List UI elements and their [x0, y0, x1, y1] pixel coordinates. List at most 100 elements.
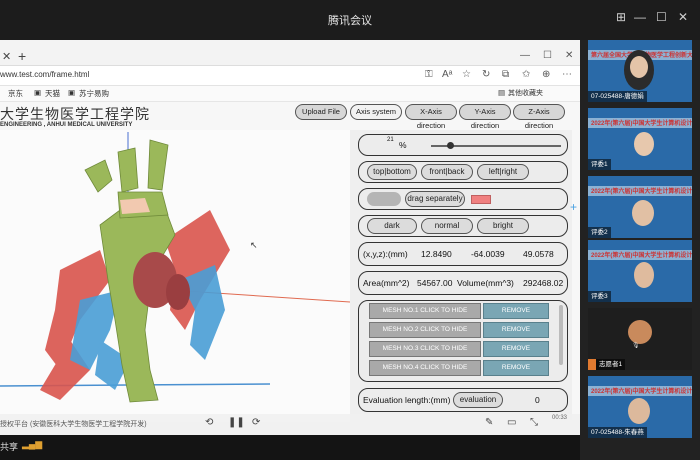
- expand-icon[interactable]: +: [570, 200, 577, 214]
- opacity-unit: %: [399, 140, 407, 150]
- area-label: Area(mm^2): [363, 278, 410, 288]
- left-right-button[interactable]: left|right: [477, 164, 529, 180]
- evaluation-group: Evaluation length:(mm) evaluation 0: [358, 388, 568, 412]
- axis-system-button[interactable]: Axis system: [350, 104, 402, 120]
- mesh-4-hide-button[interactable]: MESH NO.4 CLICK TO HIDE: [369, 360, 481, 376]
- participant-tile[interactable]: 2022年(第六届)中国大学生计算机设计大赛 评委2: [588, 176, 692, 238]
- mesh-1-hide-button[interactable]: MESH NO.1 CLICK TO HIDE: [369, 303, 481, 319]
- opacity-slider-handle[interactable]: [447, 142, 454, 149]
- mesh-1-remove-button[interactable]: REMOVE: [483, 303, 549, 319]
- evaluation-label: Evaluation length:(mm): [363, 395, 451, 405]
- heart-vessel-model[interactable]: ↖: [0, 130, 351, 422]
- participant-name: 07-025488-朱春燕: [588, 427, 647, 438]
- mesh-4-remove-button[interactable]: REMOVE: [483, 360, 549, 376]
- bookmark-tmall-icon: ▣: [34, 88, 42, 97]
- pen-icon[interactable]: ✎: [485, 417, 493, 428]
- bookmark-jd[interactable]: 京东: [8, 88, 23, 99]
- opacity-value: 21: [387, 137, 394, 143]
- dark-theme-button[interactable]: dark: [367, 218, 417, 234]
- participant-tile[interactable]: 2022年(第六届)中国大学生计算机设计大赛 07-025488-朱春燕: [588, 376, 692, 438]
- x-axis-direction-button[interactable]: X-Axis direction: [405, 104, 457, 130]
- view-direction-group: top|bottom front|back left|right: [358, 161, 568, 183]
- participant-name: 评委1: [588, 159, 611, 170]
- meeting-statusbar: 共享 ▂▄▆: [0, 435, 580, 460]
- mesh-list-scrollbar[interactable]: [559, 305, 563, 365]
- pause-icon[interactable]: ❚❚: [228, 417, 245, 428]
- address-bar[interactable]: www.test.com/frame.html ⚿ Aᵃ ☆ ↻ ⧉ ✩ ⊕ ⋯: [0, 66, 580, 86]
- bookmarks-bar: 京东 ▣ 天猫 ▣ 苏宁易购 ▤ 其他收藏夹: [0, 86, 580, 102]
- browser-maximize-icon[interactable]: ☐: [543, 50, 552, 61]
- top-bottom-button[interactable]: top|bottom: [367, 164, 417, 180]
- bookmark-suning-icon: ▣: [68, 88, 76, 97]
- mesh-2-remove-button[interactable]: REMOVE: [483, 322, 549, 338]
- participant-face: [632, 200, 654, 226]
- key-icon[interactable]: ⚿: [425, 69, 433, 80]
- tile-banner-text: 2022年(第六届)中国大学生计算机设计大赛: [591, 389, 692, 395]
- participant-face: [630, 56, 648, 78]
- rewind-icon[interactable]: ⟲: [205, 417, 213, 428]
- upload-file-button[interactable]: Upload File: [295, 104, 347, 120]
- close-icon[interactable]: ✕: [678, 10, 688, 24]
- participant-tile[interactable]: 2022年(第六届)中国大学生计算机设计大赛 评委3: [588, 240, 692, 302]
- favorites-icon[interactable]: ✩: [522, 69, 530, 80]
- y-axis-direction-button[interactable]: Y-Axis direction: [459, 104, 511, 130]
- coord-z: 49.0578: [523, 249, 554, 259]
- shared-browser-window: ✕ + — ☐ ✕ www.test.com/frame.html ⚿ Aᵃ ☆…: [0, 40, 580, 435]
- split-screen-icon[interactable]: ⧉: [502, 69, 509, 80]
- control-panel: 21 % top|bottom front|back left|right dr…: [350, 130, 572, 420]
- bookmark-suning[interactable]: 苏宁易购: [79, 88, 109, 99]
- drag-group: drag separately: [358, 188, 568, 210]
- area-value: 54567.00: [417, 278, 453, 288]
- 3d-model-viewer[interactable]: ↖: [0, 130, 351, 422]
- maximize-icon[interactable]: ☐: [656, 10, 667, 24]
- shrink-icon[interactable]: ⤡: [530, 417, 538, 428]
- meeting-title: 腾讯会议: [328, 15, 372, 27]
- web-page: 大学生物医学工程学院 ENGINEERING , ANHUI MEDICAL U…: [0, 102, 580, 435]
- participant-face: [634, 132, 654, 156]
- participant-tile[interactable]: 2022年(第六届)中国大学生计算机设计大赛 评委1: [588, 108, 692, 170]
- tab-close-icon[interactable]: ✕: [2, 50, 11, 63]
- coord-y: -64.0039: [471, 249, 505, 259]
- star-icon[interactable]: ☆: [462, 69, 471, 80]
- participant-name: 志愿者1: [596, 359, 626, 370]
- browser-minimize-icon[interactable]: —: [520, 50, 530, 61]
- participant-sidebar: 第六届全国大学生生物医学工程创新大赛 07-025488-唐德娟 2022年(第…: [570, 40, 700, 460]
- participant-tile[interactable]: 🎙 志愿者1: [588, 308, 692, 370]
- evaluation-button[interactable]: evaluation: [453, 392, 503, 408]
- front-back-button[interactable]: front|back: [421, 164, 473, 180]
- coord-x: 12.8490: [421, 249, 452, 259]
- drag-separately-button[interactable]: drag separately: [405, 191, 465, 207]
- signal-icon: ▂▄▆: [22, 439, 43, 449]
- url-text[interactable]: www.test.com/frame.html: [0, 70, 89, 79]
- caption-icon[interactable]: ▭: [507, 417, 516, 428]
- minimize-icon[interactable]: —: [634, 10, 646, 24]
- drag-toggle[interactable]: [367, 192, 401, 206]
- z-axis-direction-button[interactable]: Z-Axis direction: [513, 104, 565, 130]
- refresh-icon[interactable]: ↻: [482, 69, 490, 80]
- participant-tile[interactable]: 第六届全国大学生生物医学工程创新大赛 07-025488-唐德娟: [588, 40, 692, 102]
- read-aloud-icon[interactable]: Aᵃ: [442, 69, 452, 80]
- tile-banner-text: 2022年(第六届)中国大学生计算机设计大赛: [591, 121, 692, 127]
- participant-face: [634, 262, 654, 288]
- mesh-2-hide-button[interactable]: MESH NO.2 CLICK TO HIDE: [369, 322, 481, 338]
- participant-name: 评委3: [588, 291, 611, 302]
- mesh-3-remove-button[interactable]: REMOVE: [483, 341, 549, 357]
- new-tab-icon[interactable]: +: [18, 48, 26, 64]
- pin-icon[interactable]: ⊞: [616, 10, 626, 24]
- menu-icon[interactable]: ⋯: [562, 69, 572, 80]
- extensions-icon[interactable]: ⊕: [542, 69, 550, 80]
- opacity-group: 21 %: [358, 134, 568, 156]
- browser-close-icon[interactable]: ✕: [565, 50, 573, 61]
- bookmark-tmall[interactable]: 天猫: [45, 88, 60, 99]
- video-footer-text: 授权平台 (安徽医科大学生物医学工程学院开发): [0, 421, 147, 428]
- other-favorites[interactable]: 其他收藏夹: [508, 88, 543, 98]
- meeting-titlebar: 腾讯会议 ⊞ — ☐ ✕: [0, 0, 700, 40]
- bright-theme-button[interactable]: bright: [477, 218, 529, 234]
- forward-icon[interactable]: ⟳: [252, 417, 260, 428]
- mesh-3-hide-button[interactable]: MESH NO.3 CLICK TO HIDE: [369, 341, 481, 357]
- host-badge-icon: [588, 359, 596, 370]
- normal-theme-button[interactable]: normal: [421, 218, 473, 234]
- coordinates-label: (x,y,z):(mm): [363, 249, 408, 259]
- volume-value: 292468.02: [523, 278, 564, 288]
- mesh-color-swatch[interactable]: [471, 195, 491, 204]
